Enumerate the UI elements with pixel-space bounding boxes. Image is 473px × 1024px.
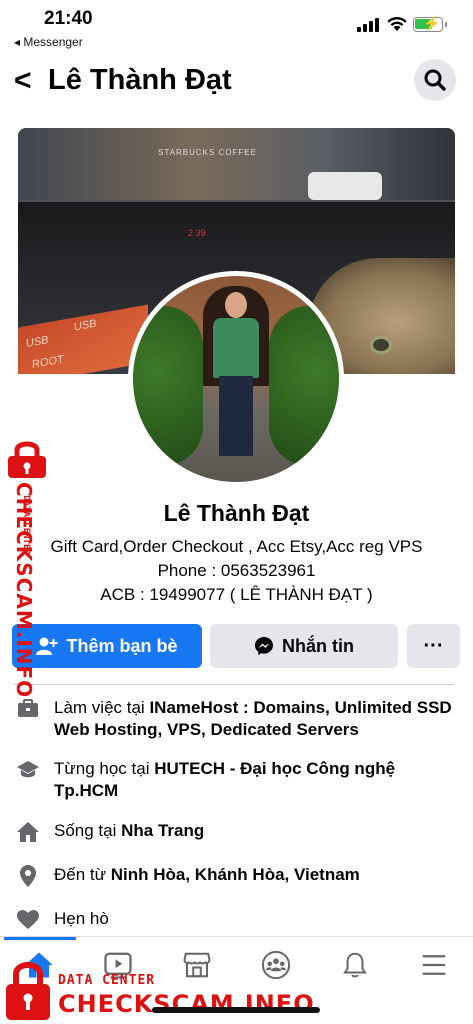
- profile-name: Lê Thành Đạt: [163, 500, 310, 526]
- active-tab-indicator: [4, 937, 76, 940]
- info-value[interactable]: Nha Trang: [121, 821, 204, 840]
- info-item-from: Đến từ Ninh Hòa, Khánh Hòa, Vietnam: [16, 864, 456, 888]
- message-button[interactable]: Nhắn tin: [210, 624, 398, 668]
- cover-usb-label: USB: [74, 317, 97, 334]
- back-button[interactable]: <: [14, 66, 32, 96]
- menu-icon: [422, 955, 446, 975]
- bio-line: Gift Card,Order Checkout , Acc Etsy,Acc …: [50, 537, 423, 556]
- back-to-messenger-link[interactable]: ◂ Messenger: [14, 35, 83, 49]
- info-item-education: Từng học tại HUTECH - Đại học Công nghệ …: [16, 758, 456, 802]
- profile-avatar[interactable]: [128, 271, 344, 487]
- cover-dash-display: 2 39: [188, 228, 206, 238]
- profile-header: < Lê Thành Đạt: [0, 58, 473, 106]
- cover-usb-label: ROOT: [32, 353, 64, 371]
- bio-line: Phone : 0563523961: [157, 561, 316, 580]
- cellular-signal-icon: [357, 18, 379, 32]
- info-prefix: Từng học tại: [54, 759, 155, 778]
- info-prefix: Hẹn hò: [54, 909, 109, 928]
- lock-icon: [8, 441, 46, 478]
- info-prefix: Đến từ: [54, 865, 111, 884]
- cover-usb-label: USB: [26, 334, 49, 351]
- info-value[interactable]: Ninh Hòa, Khánh Hòa, Vietnam: [111, 865, 360, 884]
- bio-line: ACB : 19499077 ( LÊ THÀNH ĐẠT ): [100, 585, 373, 604]
- location-pin-icon: [20, 865, 36, 887]
- watermark-side: DATA CENTER CHECKSCAM.INFO: [2, 440, 52, 698]
- status-bar: 21:40 ◂ Messenger ⚡: [0, 0, 473, 52]
- info-item-work: Làm việc tại INameHost : Domains, Unlimi…: [16, 697, 456, 741]
- lock-icon: [6, 962, 50, 1020]
- info-item-dating: Hẹn hò: [16, 908, 456, 932]
- more-options-button[interactable]: ···: [407, 624, 460, 668]
- divider: [14, 684, 454, 685]
- messenger-icon: [255, 637, 273, 655]
- cover-storefront-sign: STARBUCKS COFFEE: [158, 148, 257, 157]
- info-prefix: Sống tại: [54, 821, 122, 840]
- watermark-bottom: DATA CENTER CHECKSCAM.INFO: [0, 960, 330, 1024]
- add-friend-label: Thêm bạn bè: [66, 635, 178, 656]
- tab-notifications[interactable]: [335, 947, 375, 983]
- heart-icon: [17, 910, 39, 929]
- home-icon: [17, 822, 39, 842]
- message-label: Nhắn tin: [282, 635, 354, 656]
- wifi-icon: [387, 16, 407, 31]
- battery-icon: ⚡: [413, 15, 447, 32]
- page-title: Lê Thành Đạt: [48, 64, 232, 96]
- graduation-cap-icon: [17, 761, 39, 778]
- bell-icon: [343, 952, 367, 978]
- info-prefix: Làm việc tại: [54, 698, 150, 717]
- watermark-checkscam: CHECKSCAM.INFO: [58, 990, 315, 1018]
- status-time: 21:40: [44, 8, 93, 29]
- watermark-checkscam: CHECKSCAM.INFO: [12, 482, 36, 699]
- home-indicator[interactable]: [152, 1007, 320, 1013]
- search-button[interactable]: [414, 59, 456, 101]
- search-icon: [424, 69, 446, 91]
- tab-menu[interactable]: [414, 947, 454, 983]
- watermark-data-center: DATA CENTER: [58, 973, 156, 988]
- info-item-lives-in: Sống tại Nha Trang: [16, 820, 456, 844]
- briefcase-icon: [18, 699, 38, 717]
